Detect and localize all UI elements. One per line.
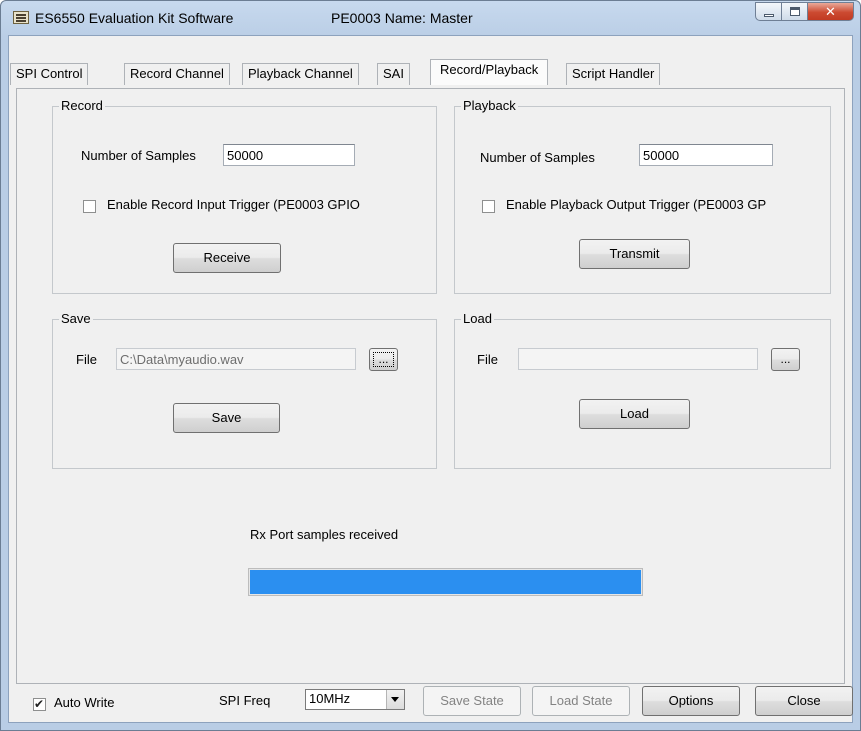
playback-group-title: Playback [461,98,518,114]
close-button[interactable]: Close [755,686,853,716]
tab-panel-record-playback: Record Number of Samples Enable Record I… [16,88,845,684]
chevron-down-icon[interactable] [386,690,404,709]
load-group-title: Load [461,311,494,327]
tab-record-channel[interactable]: Record Channel [124,63,230,85]
app-icon[interactable] [13,11,29,24]
save-button[interactable]: Save [173,403,280,433]
tab-spi-control[interactable]: SPI Control [10,63,89,85]
rx-progress-bar [248,568,643,596]
rx-progress-fill [250,570,641,594]
record-trigger-checkbox[interactable] [83,200,96,213]
save-browse-button[interactable]: ... [369,348,398,371]
receive-button[interactable]: Receive [173,243,281,273]
tab-script-handler[interactable]: Script Handler [566,63,661,85]
title-bar[interactable]: ES6550 Evaluation Kit Software PE0003 Na… [1,1,860,35]
record-trigger-label: Enable Record Input Trigger (PE0003 GPIO [107,197,360,212]
close-window-button[interactable] [808,2,854,21]
tab-sai[interactable]: SAI [377,63,410,85]
save-state-button[interactable]: Save State [423,686,521,716]
maximize-button[interactable] [782,2,808,21]
record-samples-input[interactable] [223,144,355,166]
device-title: PE0003 Name: Master [331,10,473,26]
minimize-button[interactable] [755,2,782,21]
load-button[interactable]: Load [579,399,690,429]
save-file-label: File [76,352,97,367]
save-group: Save File ... Save [52,311,437,469]
transmit-button[interactable]: Transmit [579,239,690,269]
spi-freq-label: SPI Freq [219,693,271,708]
playback-trigger-label: Enable Playback Output Trigger (PE0003 G… [506,197,767,212]
spi-freq-select[interactable]: 10MHz [305,689,405,710]
load-group: Load File ... Load [454,311,831,469]
tab-record-playback[interactable]: Record/Playback [430,59,549,85]
playback-samples-input[interactable] [639,144,773,166]
window-controls [755,2,854,21]
save-group-title: Save [59,311,93,327]
record-samples-label: Number of Samples [81,148,196,163]
save-file-input[interactable] [116,348,356,370]
app-window: ES6550 Evaluation Kit Software PE0003 Na… [0,0,861,731]
auto-write-checkbox[interactable] [33,696,46,712]
tab-playback-channel[interactable]: Playback Channel [242,63,359,85]
record-group: Record Number of Samples Enable Record I… [52,98,437,294]
progress-label: Rx Port samples received [250,527,399,542]
load-state-button[interactable]: Load State [532,686,630,716]
record-group-title: Record [59,98,105,114]
auto-write-label: Auto Write [54,695,115,710]
spi-freq-value: 10MHz [309,691,351,706]
playback-group: Playback Number of Samples Enable Playba… [454,98,831,294]
load-file-input[interactable] [518,348,758,370]
client-area: SPI Control Record Channel Playback Chan… [8,35,853,723]
app-title: ES6550 Evaluation Kit Software [35,10,234,26]
options-button[interactable]: Options [642,686,740,716]
playback-trigger-checkbox[interactable] [482,200,495,213]
load-browse-button[interactable]: ... [771,348,800,371]
load-file-label: File [477,352,498,367]
playback-samples-label: Number of Samples [480,150,595,165]
